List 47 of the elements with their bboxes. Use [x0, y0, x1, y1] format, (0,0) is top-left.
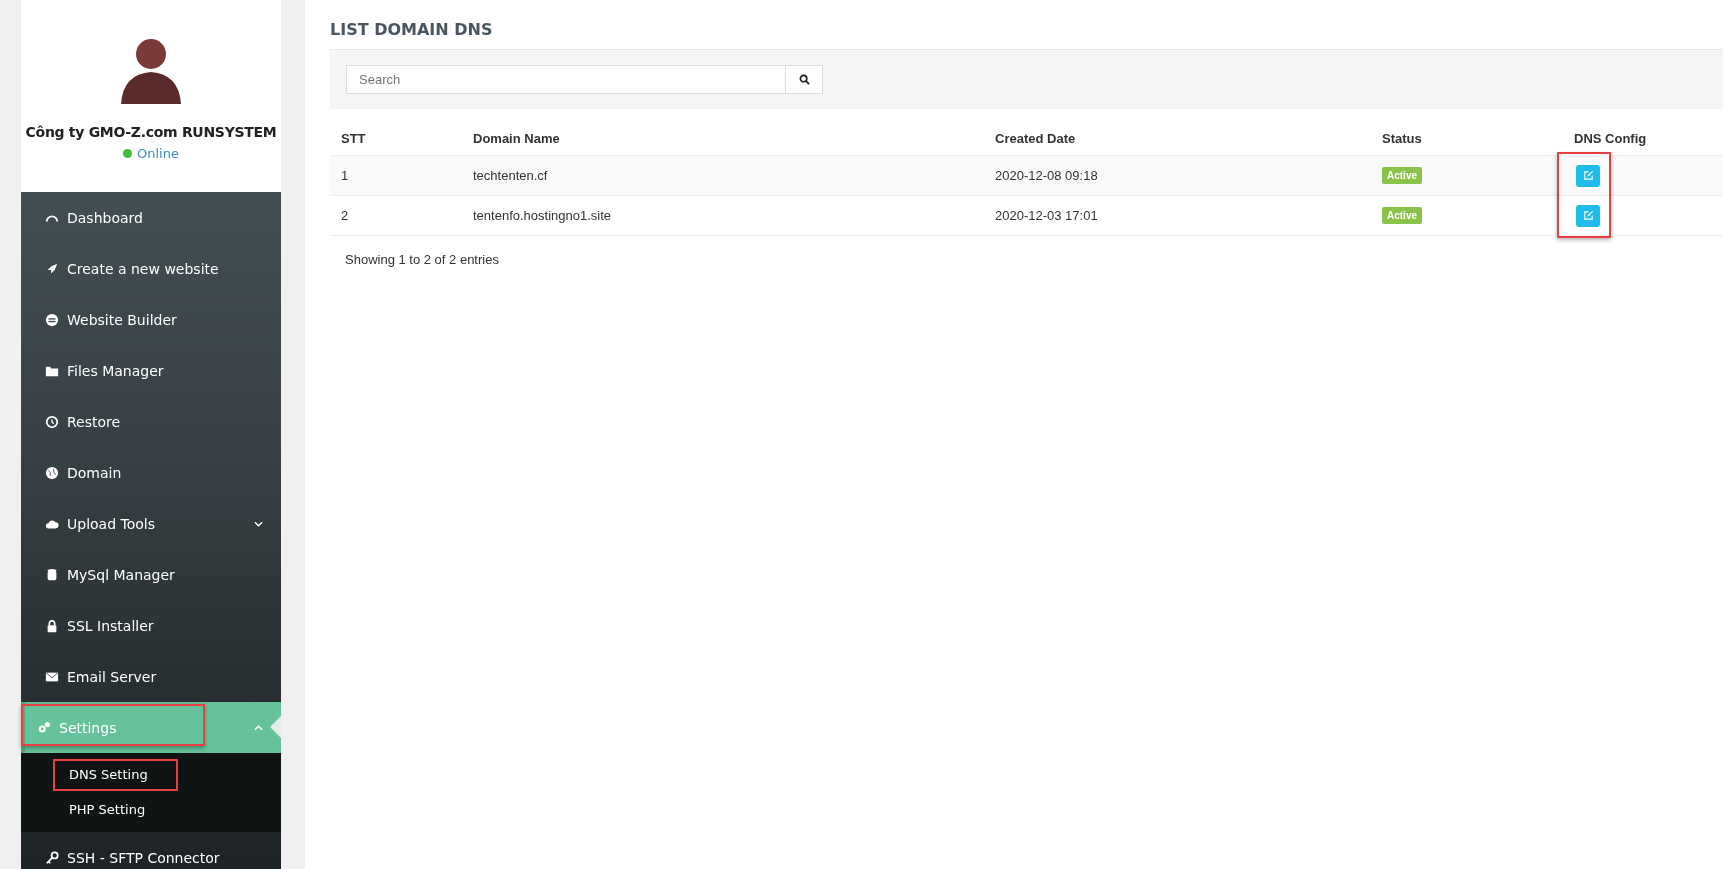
menu-item[interactable]: Create a new website — [21, 243, 281, 294]
search-icon — [798, 74, 810, 85]
page-title: LIST DOMAIN DNS — [330, 20, 494, 39]
table-cell-text: 2 — [340, 208, 350, 223]
submenu-item[interactable]: DNS Setting — [21, 757, 281, 792]
menu-item[interactable]: Restore — [21, 396, 281, 447]
table-cell-text: 2020-12-03 17:01 — [994, 208, 1099, 223]
edit-button[interactable] — [1576, 204, 1600, 227]
column-header: Status — [1381, 130, 1423, 146]
menu-item[interactable]: Files Manager — [21, 345, 281, 396]
status-text: Online — [137, 146, 179, 161]
column-header: STT — [340, 130, 367, 146]
menu-item[interactable]: Website Builder — [21, 294, 281, 345]
menu-item[interactable]: SSL Installer — [21, 600, 281, 651]
menu-item[interactable]: SSH - SFTP Connector — [21, 832, 281, 869]
menu-item[interactable]: MySql Manager — [21, 549, 281, 600]
column-header: DNS Config — [1573, 130, 1648, 146]
rocket-icon — [45, 261, 59, 276]
column-header: Created Date — [994, 130, 1077, 146]
table-cell-text: tentenfo.hostingno1.site — [472, 208, 613, 223]
globe-icon — [45, 465, 59, 480]
entries-info: Showing 1 to 2 of 2 entries — [344, 251, 500, 267]
edit-button[interactable] — [1576, 164, 1600, 187]
edit-icon — [1582, 210, 1594, 221]
lock-icon — [45, 618, 59, 633]
search-field[interactable]: Search — [346, 65, 786, 94]
key-icon — [45, 850, 59, 865]
table-cell-text: techtenten.cf — [472, 168, 549, 183]
gears-icon — [37, 720, 51, 735]
table-cell-text: 1 — [340, 168, 350, 183]
menu-item[interactable]: Dashboard — [21, 192, 281, 243]
active-pointer — [270, 716, 281, 738]
menu-item[interactable]: Domain — [21, 447, 281, 498]
column-header: Domain Name — [472, 130, 561, 146]
edit-icon — [1582, 170, 1594, 181]
database-icon — [45, 567, 59, 582]
circle-icon — [45, 312, 59, 327]
table-cell-text: 2020-12-08 09:18 — [994, 168, 1099, 183]
menu-item[interactable]: Email Server — [21, 651, 281, 702]
status-badge: Active — [1382, 167, 1422, 184]
company-name: Công ty GMO-Z.com RUNSYSTEM — [25, 124, 277, 140]
menu-item[interactable]: Upload Tools — [21, 498, 281, 549]
search-button[interactable] — [786, 65, 823, 94]
envelope-icon — [45, 669, 59, 684]
status-badge: Active — [1382, 207, 1422, 224]
submenu-item[interactable]: PHP Setting — [21, 792, 281, 827]
history-icon — [45, 414, 59, 429]
